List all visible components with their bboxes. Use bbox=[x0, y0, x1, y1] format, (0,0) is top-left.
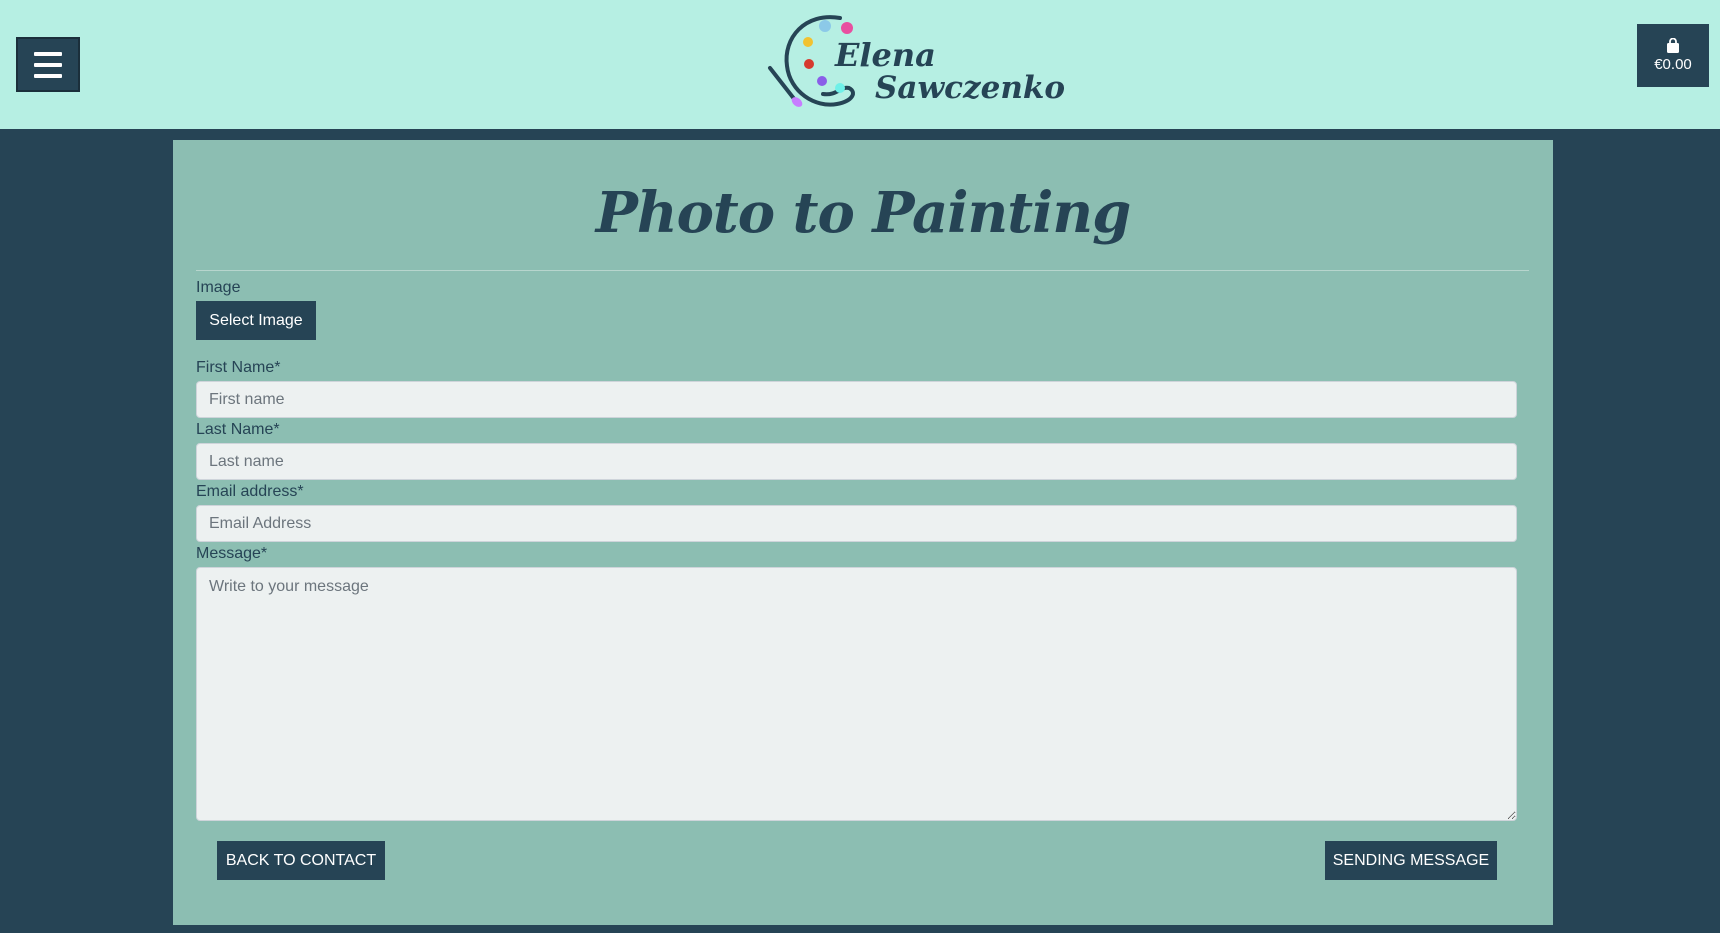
send-message-button[interactable]: SENDING MESSAGE bbox=[1325, 841, 1497, 880]
message-label: Message* bbox=[196, 545, 268, 562]
shopping-bag-icon bbox=[1667, 38, 1679, 53]
last-name-field[interactable] bbox=[196, 443, 1517, 480]
site-logo[interactable]: Elena Sawczenko bbox=[765, 8, 1065, 118]
first-name-label: First Name* bbox=[196, 359, 281, 376]
title-divider bbox=[196, 270, 1529, 271]
site-header: Elena Sawczenko €0.00 bbox=[0, 0, 1720, 129]
email-field[interactable] bbox=[196, 505, 1517, 542]
cart-total: €0.00 bbox=[1654, 56, 1692, 73]
select-image-button[interactable]: Select Image bbox=[196, 301, 316, 340]
back-to-contact-button[interactable]: BACK TO CONTACT bbox=[217, 841, 385, 880]
page-title: Photo to Painting bbox=[595, 180, 1132, 246]
form-panel: Photo to Painting Image Select Image Fir… bbox=[173, 140, 1553, 925]
hamburger-menu-icon bbox=[34, 51, 62, 56]
cart-button[interactable]: €0.00 bbox=[1637, 24, 1709, 87]
email-label: Email address* bbox=[196, 483, 304, 500]
menu-toggle-button[interactable] bbox=[16, 37, 80, 92]
message-field[interactable] bbox=[196, 567, 1517, 821]
image-label: Image bbox=[196, 279, 241, 296]
last-name-label: Last Name* bbox=[196, 421, 280, 438]
brand-name-last: Sawczenko bbox=[875, 70, 1066, 106]
brand-name-first: Elena bbox=[835, 36, 936, 74]
first-name-field[interactable] bbox=[196, 381, 1517, 418]
